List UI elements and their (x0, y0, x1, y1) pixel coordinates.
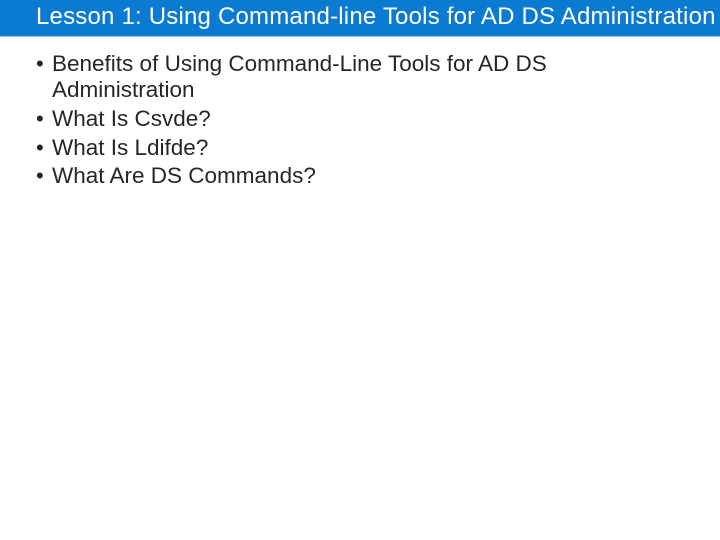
list-item: What Are DS Commands? (36, 163, 684, 190)
list-item: What Is Csvde? (36, 106, 684, 133)
slide-title: Lesson 1: Using Command-line Tools for A… (0, 0, 720, 37)
slide-body: Benefits of Using Command-Line Tools for… (0, 37, 720, 190)
bullet-list: Benefits of Using Command-Line Tools for… (36, 51, 684, 190)
slide: Lesson 1: Using Command-line Tools for A… (0, 0, 720, 540)
list-item: What Is Ldifde? (36, 135, 684, 162)
list-item: Benefits of Using Command-Line Tools for… (36, 51, 684, 104)
